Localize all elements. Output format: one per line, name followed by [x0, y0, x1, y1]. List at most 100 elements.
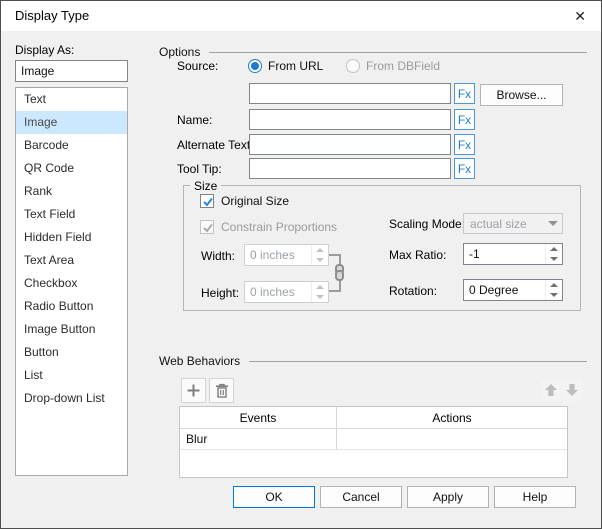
- radio-from-url[interactable]: From URL: [248, 58, 323, 73]
- options-section-header: Options: [159, 45, 587, 59]
- original-size-label: Original Size: [221, 193, 290, 208]
- browse-button[interactable]: Browse...: [480, 84, 563, 106]
- table-header-row: Events Actions: [180, 407, 567, 429]
- web-behaviors-header-label: Web Behaviors: [159, 354, 241, 368]
- event-cell[interactable]: Blur: [180, 429, 337, 450]
- list-item-text-area[interactable]: Text Area: [16, 249, 127, 272]
- window-title: Display Type: [15, 8, 90, 23]
- constrain-proportions-checkbox: Constrain Proportions: [200, 219, 337, 234]
- list-item-hidden-field[interactable]: Hidden Field: [16, 226, 127, 249]
- scaling-mode-value: actual size: [470, 216, 527, 231]
- width-label: Width:: [201, 249, 236, 263]
- display-type-dialog: Display Type ✕ Display As: Text Image Ba…: [0, 0, 602, 529]
- cancel-button[interactable]: Cancel: [320, 486, 402, 508]
- rotation-label: Rotation:: [389, 284, 438, 298]
- chain-link-icon: [335, 264, 344, 281]
- spin-up-icon: [312, 282, 328, 292]
- alternate-text-input[interactable]: [249, 134, 451, 155]
- table-empty-area: [180, 450, 567, 477]
- source-label: Source:: [177, 59, 219, 73]
- original-size-checkbox[interactable]: Original Size: [200, 193, 289, 208]
- name-input[interactable]: [249, 109, 451, 130]
- display-as-input[interactable]: [15, 60, 128, 82]
- web-behaviors-section-header: Web Behaviors: [159, 354, 587, 368]
- rotation-value: 0 Degree: [469, 283, 519, 297]
- url-fx-button[interactable]: Fx: [454, 83, 475, 104]
- radio-selected-icon: [248, 58, 262, 73]
- max-ratio-spinner[interactable]: -1: [463, 243, 563, 265]
- spin-up-icon[interactable]: [546, 244, 562, 254]
- width-value: 0 inches: [250, 248, 295, 262]
- name-label: Name:: [177, 113, 213, 127]
- alternate-text-fx-button[interactable]: Fx: [454, 134, 475, 155]
- spin-up-icon[interactable]: [546, 280, 562, 290]
- plus-icon: [187, 384, 200, 397]
- list-item-rank[interactable]: Rank: [16, 180, 127, 203]
- list-item-image[interactable]: Image: [16, 111, 127, 134]
- list-item-list[interactable]: List: [16, 364, 127, 387]
- list-item-qr-code[interactable]: QR Code: [16, 157, 127, 180]
- tool-tip-input[interactable]: [249, 158, 451, 179]
- constrain-proportions-label: Constrain Proportions: [221, 219, 338, 234]
- width-spinner: 0 inches: [244, 244, 329, 266]
- add-behavior-button[interactable]: [181, 378, 206, 403]
- rotation-spinner[interactable]: 0 Degree: [463, 279, 563, 301]
- move-up-button: [541, 379, 561, 401]
- from-url-label: From URL: [268, 58, 324, 73]
- display-type-list: Text Image Barcode QR Code Rank Text Fie…: [15, 87, 128, 476]
- tool-tip-fx-button[interactable]: Fx: [454, 158, 475, 179]
- radio-from-dbfield: From DBField: [346, 58, 440, 73]
- actions-column-header[interactable]: Actions: [337, 407, 567, 429]
- height-spinner: 0 inches: [244, 281, 329, 303]
- move-down-button: [562, 379, 582, 401]
- list-item-radio-button[interactable]: Radio Button: [16, 295, 127, 318]
- list-item-image-button[interactable]: Image Button: [16, 318, 127, 341]
- width-spinner-buttons: [311, 245, 328, 265]
- spin-down-icon: [312, 255, 328, 265]
- help-button[interactable]: Help: [494, 486, 576, 508]
- height-label: Height:: [201, 286, 240, 300]
- ok-button[interactable]: OK: [233, 486, 315, 508]
- list-item-barcode[interactable]: Barcode: [16, 134, 127, 157]
- list-item-drop-down-list[interactable]: Drop-down List: [16, 387, 127, 410]
- web-behaviors-table: Events Actions Blur: [179, 406, 568, 478]
- events-column-header[interactable]: Events: [180, 407, 337, 429]
- list-item-text-field[interactable]: Text Field: [16, 203, 127, 226]
- list-item-button[interactable]: Button: [16, 341, 127, 364]
- radio-disabled-icon: [346, 58, 360, 73]
- spin-down-icon: [312, 292, 328, 302]
- scaling-mode-dropdown: actual size: [463, 213, 563, 234]
- trash-icon: [215, 383, 228, 398]
- options-header-rule: [209, 52, 587, 53]
- url-input[interactable]: [249, 83, 451, 104]
- close-icon[interactable]: ✕: [574, 1, 586, 31]
- table-row[interactable]: Blur: [180, 429, 567, 450]
- max-ratio-spinner-buttons[interactable]: [545, 244, 562, 264]
- delete-behavior-button[interactable]: [209, 378, 234, 403]
- max-ratio-value: -1: [469, 247, 480, 261]
- arrow-down-icon: [566, 384, 578, 396]
- apply-button[interactable]: Apply: [407, 486, 489, 508]
- list-item-text[interactable]: Text: [16, 88, 127, 111]
- max-ratio-label: Max Ratio:: [389, 248, 447, 262]
- spin-up-icon: [312, 245, 328, 255]
- tool-tip-label: Tool Tip:: [177, 162, 222, 176]
- web-behaviors-header-rule: [249, 361, 587, 362]
- action-cell[interactable]: [337, 429, 567, 450]
- size-group-title: Size: [190, 179, 222, 193]
- checkbox-checked-disabled-icon: [200, 219, 214, 234]
- display-as-label: Display As:: [15, 43, 75, 57]
- height-value: 0 inches: [250, 285, 295, 299]
- spin-down-icon[interactable]: [546, 254, 562, 264]
- checkbox-checked-icon: [200, 193, 214, 208]
- spin-down-icon[interactable]: [546, 290, 562, 300]
- alternate-text-label: Alternate Text:: [177, 138, 254, 152]
- height-spinner-buttons: [311, 282, 328, 302]
- titlebar: Display Type ✕: [1, 1, 601, 31]
- name-fx-button[interactable]: Fx: [454, 109, 475, 130]
- arrow-up-icon: [545, 384, 557, 396]
- rotation-spinner-buttons[interactable]: [545, 280, 562, 300]
- list-item-checkbox[interactable]: Checkbox: [16, 272, 127, 295]
- dropdown-arrow-icon: [544, 221, 562, 226]
- from-dbfield-label: From DBField: [366, 58, 441, 73]
